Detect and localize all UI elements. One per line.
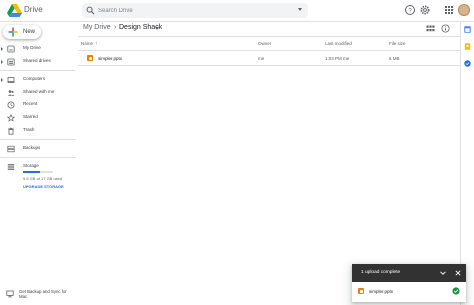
storage-icon	[7, 163, 15, 170]
sidebar-item-label: Computers	[23, 76, 46, 81]
svg-text:?: ?	[408, 8, 412, 14]
info-icon[interactable]	[441, 24, 450, 33]
drive-window: Drive ? My Drive ›	[0, 0, 474, 305]
sidebar-item-label: Starred	[23, 114, 38, 119]
storage-usage-fill	[23, 171, 40, 173]
file-owner: me	[258, 56, 265, 61]
sidebar-item-my-drive[interactable]: My Drive	[0, 43, 76, 54]
apps-grid-icon[interactable]	[443, 4, 455, 16]
shared-with-me-icon	[7, 89, 15, 96]
toolbar-divider	[78, 36, 460, 37]
folder-menu-caret-icon[interactable]	[155, 27, 159, 30]
google-drive-logo[interactable]	[7, 4, 22, 17]
sidebar-item-trash[interactable]: Trash	[0, 125, 76, 136]
upload-item[interactable]: simpler.pptx	[352, 282, 466, 302]
sidebar-divider	[0, 70, 76, 71]
help-icon[interactable]: ?	[404, 4, 416, 16]
new-button-label: New	[23, 28, 36, 35]
shared-drives-icon	[7, 58, 15, 65]
column-header-name[interactable]: Name	[81, 41, 93, 46]
check-circle-icon	[452, 287, 460, 295]
column-header-owner: Owner	[258, 41, 272, 46]
breadcrumb-my-drive[interactable]: My Drive	[83, 24, 111, 31]
new-button[interactable]: New	[3, 25, 41, 39]
upload-status-header: 1 upload complete	[352, 264, 466, 282]
account-avatar[interactable]	[458, 4, 470, 16]
sidebar-item-shared-with-me[interactable]: Shared with me	[0, 87, 76, 98]
search-bar[interactable]	[82, 3, 308, 18]
recent-clock-icon	[7, 101, 15, 108]
sort-ascending-icon[interactable]: ↑	[95, 41, 98, 47]
upload-status-title: 1 upload complete	[361, 270, 401, 275]
sidebar-item-label: My Drive	[23, 45, 41, 50]
sidebar-item-backups[interactable]: Backups	[0, 143, 76, 154]
plus-icon	[8, 27, 18, 37]
sidebar-item-label: Shared drives	[23, 58, 51, 63]
sidebar-item-label: Trash	[23, 127, 35, 132]
pptx-file-icon	[358, 288, 364, 294]
sidebar-item-recent[interactable]: Recent	[0, 99, 76, 110]
sidebar-item-shared-drives[interactable]: Shared drives	[0, 56, 76, 67]
tasks-icon[interactable]	[464, 60, 471, 67]
file-size: 6 MB	[389, 56, 400, 61]
collapse-chevron-icon[interactable]	[439, 269, 447, 277]
close-icon[interactable]	[454, 269, 462, 277]
row-divider	[78, 65, 460, 66]
search-input[interactable]	[98, 5, 288, 16]
settings-icon[interactable]	[419, 4, 431, 16]
sidebar-divider	[0, 157, 76, 158]
storage-used-text: 9.5 GB of 17 GB used	[23, 176, 63, 181]
sidebar-item-starred[interactable]: Starred	[0, 112, 76, 123]
expand-arrow-icon[interactable]	[1, 47, 3, 51]
search-options-icon[interactable]	[298, 8, 302, 11]
sidebar-item-label: Storage	[23, 163, 39, 168]
backups-icon	[7, 145, 15, 152]
expand-arrow-icon[interactable]	[1, 60, 3, 64]
sidebar-item-computers[interactable]: Computers	[0, 74, 76, 85]
sidebar-divider	[0, 139, 76, 140]
sidebar-item-label: Shared with me	[23, 89, 55, 94]
computers-icon	[7, 76, 15, 83]
star-icon	[7, 113, 15, 122]
file-row[interactable]: simpler.pptx me 1:03 PM me 6 MB	[78, 51, 460, 65]
my-drive-icon	[7, 45, 15, 52]
monitor-icon	[6, 290, 14, 298]
trash-icon	[8, 127, 14, 135]
storage-usage-bar	[23, 171, 53, 173]
grid-view-icon[interactable]	[426, 24, 435, 33]
side-panel	[460, 22, 474, 305]
expand-arrow-icon[interactable]	[1, 78, 3, 82]
column-header-last-modified[interactable]: Last modified	[325, 41, 352, 46]
calendar-icon[interactable]	[464, 26, 471, 33]
sidebar-item-label: Backups	[23, 145, 41, 150]
app-title: Drive	[24, 5, 43, 14]
file-name: simpler.pptx	[98, 56, 123, 61]
file-last-modified: 1:03 PM me	[325, 56, 350, 61]
upload-file-name: simpler.pptx	[369, 289, 394, 294]
upgrade-storage-link[interactable]: UPGRADE STORAGE	[23, 184, 64, 189]
backup-sync-text: Get Backup and Sync for Mac	[19, 289, 67, 300]
search-icon[interactable]	[86, 6, 95, 15]
top-header: Drive ?	[0, 0, 474, 22]
keep-icon[interactable]	[464, 43, 471, 50]
toolbar: My Drive › Design Shack	[78, 22, 474, 36]
column-header-file-size: File size	[389, 41, 406, 46]
sidebar-item-label: Recent	[23, 101, 38, 106]
backup-sync-promo[interactable]: Get Backup and Sync for Mac	[0, 286, 78, 305]
breadcrumb-separator: ›	[114, 24, 117, 31]
upload-status-panel: 1 upload complete simpler.pptx	[352, 264, 466, 302]
pptx-file-icon	[87, 55, 93, 61]
